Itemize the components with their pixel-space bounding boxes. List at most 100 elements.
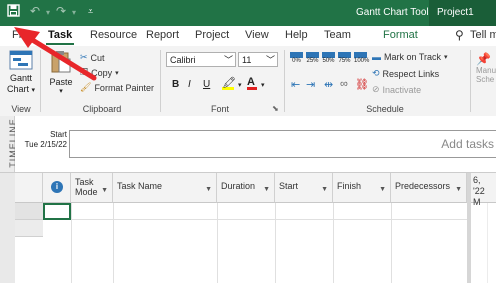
chevron-down-icon[interactable]: ▾ <box>261 81 265 89</box>
column-line <box>275 203 276 283</box>
chevron-down-icon: ▼ <box>455 186 462 193</box>
tab-format[interactable]: Format <box>383 29 418 41</box>
manually-schedule-button[interactable]: 📌 Manu Sche <box>476 52 496 84</box>
unlink-icon[interactable]: ⛓ <box>355 78 369 91</box>
row-header[interactable] <box>15 220 43 237</box>
context-tab-label: Gantt Chart Tools <box>356 7 434 18</box>
selected-cell[interactable] <box>43 203 71 220</box>
gantt-timescale-header: 6, '22 M <box>471 173 496 207</box>
pct-50-button[interactable]: 50% <box>322 52 335 64</box>
mark-on-track-button[interactable]: ▬ Mark on Track ▾ <box>372 52 448 62</box>
manually-label-2: Sche <box>476 75 495 84</box>
task-mode-header[interactable]: Task Mode ▼ <box>71 173 113 203</box>
font-family-select[interactable]: Calibri ﹀ <box>166 52 236 67</box>
view-bar <box>0 173 15 283</box>
predecessors-label: Predecessors <box>395 181 451 191</box>
tab-team[interactable]: Team <box>324 29 351 41</box>
duration-label: Duration <box>221 181 256 191</box>
gantt-day-line <box>487 203 488 283</box>
font-size-value: 11 <box>242 55 252 65</box>
inactivate-button[interactable]: ⊘ Inactivate <box>372 84 421 95</box>
column-line <box>333 203 334 283</box>
chevron-down-icon: ▾ <box>444 54 448 61</box>
inactivate-label: Inactivate <box>382 84 422 95</box>
task-name-header[interactable]: Task Name ▼ <box>113 173 217 203</box>
finish-header[interactable]: Finish ▼ <box>333 173 391 203</box>
font-group-label: Font <box>210 104 229 114</box>
mark-on-track-icon: ▬ <box>372 52 381 62</box>
column-line <box>217 203 218 283</box>
percent-complete-buttons: 0% 25% 50% 75% 100% <box>290 52 370 72</box>
pct-0-button[interactable]: 0% <box>290 52 303 64</box>
font-color-button[interactable]: A <box>247 76 257 90</box>
row-divider <box>71 219 467 220</box>
select-all-corner[interactable] <box>15 173 43 203</box>
underline-button[interactable]: U <box>203 79 210 90</box>
column-line <box>391 203 392 283</box>
view-group-label: View <box>11 104 31 114</box>
pct-25-button[interactable]: 25% <box>306 52 319 64</box>
chevron-down-icon: ﹀ <box>223 55 233 65</box>
tell-me-box[interactable]: Tell m <box>470 29 496 41</box>
inactivate-icon: ⊘ <box>372 84 380 94</box>
search-icon[interactable]: ⚲ <box>455 28 464 42</box>
split-icon[interactable]: ⇹ <box>324 78 333 91</box>
duration-header[interactable]: Duration ▼ <box>217 173 275 203</box>
highlight-color-button[interactable]: 🖍 <box>222 76 236 90</box>
pct-100-button[interactable]: 100% <box>354 52 369 64</box>
column-line <box>71 203 72 283</box>
separator <box>284 50 285 112</box>
timescale-day: M <box>473 197 481 207</box>
font-color-icon: A <box>247 76 255 88</box>
timeline-start-date: Tue 2/15/22 <box>24 140 67 149</box>
column-line <box>113 203 114 283</box>
font-dialog-launcher-icon[interactable]: ⬊ <box>272 104 279 113</box>
tab-help[interactable]: Help <box>285 29 308 41</box>
respect-links-label: Respect Links <box>382 68 440 79</box>
tab-view[interactable]: View <box>245 29 269 41</box>
chevron-down-icon: ▼ <box>379 186 386 193</box>
start-label: Start <box>279 181 299 191</box>
separator <box>470 50 471 112</box>
manually-label-1: Manu <box>476 66 496 75</box>
predecessors-header[interactable]: Predecessors ▼ <box>391 173 467 203</box>
chevron-down-icon[interactable]: ▾ <box>238 81 242 89</box>
font-family-value: Calibri <box>170 55 196 65</box>
font-size-select[interactable]: 11 ﹀ <box>238 52 278 67</box>
respect-links-button[interactable]: ⟲ Respect Links <box>372 68 439 79</box>
timeline-placeholder: Add tasks w <box>441 137 496 151</box>
timeline-side-tab[interactable]: TIMELINE <box>0 116 18 172</box>
chevron-down-icon: ▼ <box>263 186 270 193</box>
timeline-start-label: Start <box>50 130 67 139</box>
chevron-down-icon: ▼ <box>205 186 212 193</box>
tab-project[interactable]: Project <box>195 29 229 41</box>
outdent-icon[interactable]: ⇥ <box>306 78 315 91</box>
pin-icon: 📌 <box>476 52 491 66</box>
info-icon: i <box>51 181 63 193</box>
window-title: Project1 <box>429 0 496 26</box>
chevron-down-icon: ▾ <box>115 69 119 77</box>
chevron-down-icon: ▼ <box>101 187 108 194</box>
indicators-header[interactable]: i <box>43 173 71 203</box>
link-icon[interactable]: ∞ <box>340 78 348 90</box>
chevron-down-icon: ▼ <box>321 186 328 193</box>
clipboard-group-label: Clipboard <box>82 104 122 114</box>
schedule-group-label: Schedule <box>366 104 404 114</box>
chevron-down-icon: ﹀ <box>265 55 275 65</box>
timeline-bar[interactable]: Add tasks w <box>69 130 496 158</box>
mark-on-track-label: Mark on Track <box>384 52 442 62</box>
pct-75-button[interactable]: 75% <box>338 52 351 64</box>
start-header[interactable]: Start ▼ <box>275 173 333 203</box>
task-name-label: Task Name <box>117 181 163 191</box>
annotation-arrow <box>14 27 97 81</box>
indent-icon[interactable]: ⇤ <box>291 78 300 91</box>
bold-button[interactable]: B <box>172 79 179 90</box>
tab-report[interactable]: Report <box>146 29 179 41</box>
italic-button[interactable]: I <box>188 79 191 90</box>
timeline[interactable]: Start Tue 2/15/22 Add tasks w <box>15 116 496 172</box>
row-header[interactable] <box>15 203 43 220</box>
finish-label: Finish <box>337 181 362 191</box>
timescale-week: 6, '22 <box>473 175 485 196</box>
highlighter-icon: 🖍 <box>222 77 236 89</box>
task-grid: i Task Mode ▼ Task Name ▼ Duration ▼ Sta… <box>0 172 496 283</box>
